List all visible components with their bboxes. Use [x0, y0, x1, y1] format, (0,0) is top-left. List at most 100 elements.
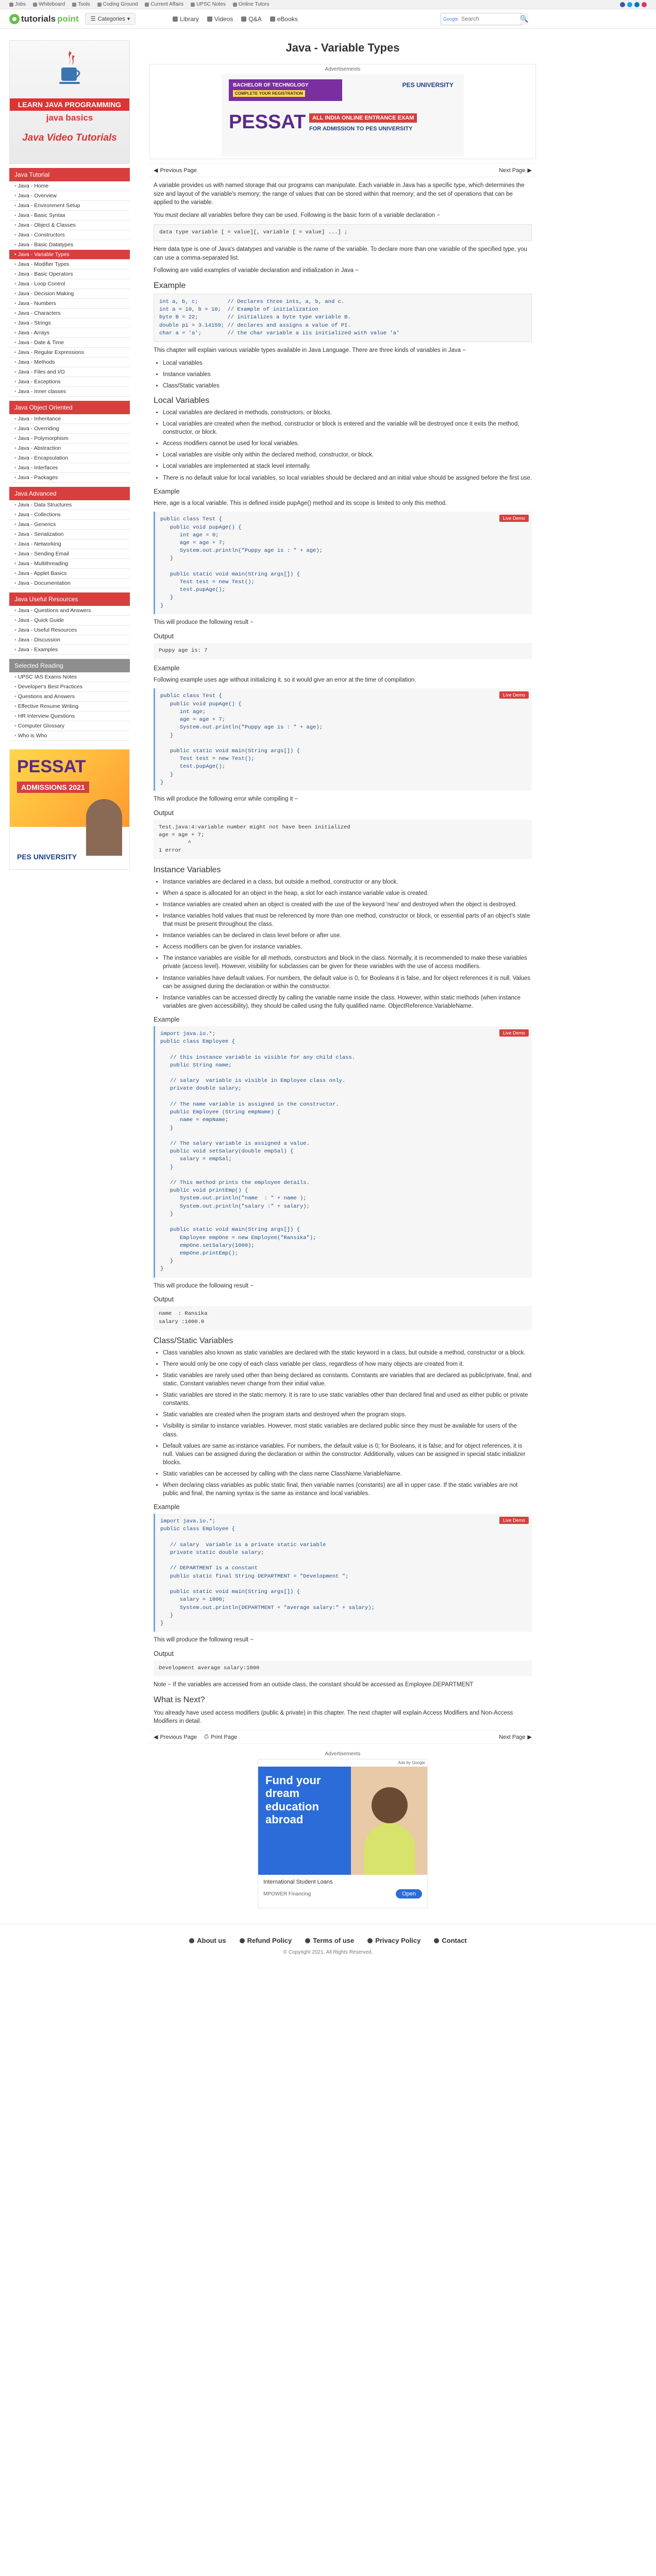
sidebar-item[interactable]: Developer's Best Practices	[9, 682, 130, 692]
topbar-item[interactable]: Online Tutors	[232, 2, 269, 7]
topbar-item[interactable]: Whiteboard	[33, 2, 65, 7]
sidebar-item[interactable]: Java - Useful Resources	[9, 625, 130, 635]
nav-videos[interactable]: Videos	[207, 15, 233, 23]
live-demo-button[interactable]: Live Demo	[499, 1029, 529, 1037]
sidebar-item[interactable]: Java - Overriding	[9, 424, 130, 434]
sidebar-item[interactable]: Java - Object & Classes	[9, 221, 130, 230]
sidebar-item[interactable]: Java - Packages	[9, 473, 130, 483]
refund-icon	[239, 1938, 245, 1943]
facebook-icon[interactable]	[620, 2, 625, 7]
footer-refund-link[interactable]: Refund Policy	[239, 1937, 292, 1944]
linkedin-icon[interactable]	[634, 2, 640, 7]
ad-open-button[interactable]: Open	[396, 1889, 422, 1899]
sidebar-item[interactable]: Java - Multithreading	[9, 559, 130, 569]
ad-university: PES UNIVERSITY	[17, 853, 77, 861]
sidebar-item[interactable]: Questions and Answers	[9, 692, 130, 702]
sidebar-item[interactable]: Java - Discussion	[9, 635, 130, 645]
sidebar-item[interactable]: Java - Strings	[9, 318, 130, 328]
ad-person-image	[86, 799, 122, 856]
search-button[interactable]: 🔍	[520, 13, 529, 25]
sidebar-item[interactable]: HR Interview Questions	[9, 711, 130, 721]
sidebar-item[interactable]: Java - Applet Basics	[9, 569, 130, 579]
sidebar-item[interactable]: Java - Collections	[9, 510, 130, 520]
footer-about-link[interactable]: About us	[189, 1937, 226, 1944]
sidebar-item[interactable]: Java - Sending Email	[9, 549, 130, 559]
live-demo-button[interactable]: Live Demo	[499, 515, 529, 522]
top-advertisement[interactable]: BACHELOR OF TECHNOLOGY COMPLETE YOUR REG…	[222, 74, 464, 157]
sidebar-item[interactable]: Java - Basic Datatypes	[9, 240, 130, 250]
sidebar-item[interactable]: Java - Documentation	[9, 579, 130, 588]
nav-library[interactable]: Library	[173, 15, 199, 23]
sidebar-item[interactable]: Java - Environment Setup	[9, 201, 130, 211]
subsection-heading: Example	[154, 1503, 180, 1511]
previous-page-link[interactable]: ◀ Previous Page	[154, 167, 197, 174]
sidebar-item[interactable]: Java - Modifier Types	[9, 260, 130, 269]
sidebar-item[interactable]: Java - Data Structures	[9, 500, 130, 510]
nav-qa[interactable]: Q&A	[241, 15, 262, 23]
topbar-item[interactable]: Tools	[72, 2, 90, 7]
sidebar-item[interactable]: Java - Examples	[9, 645, 130, 655]
sidebar-item[interactable]: Java - Loop Control	[9, 279, 130, 289]
sidebar-item[interactable]: Java - Encapsulation	[9, 453, 130, 463]
instagram-icon[interactable]	[642, 2, 647, 7]
bottom-advertisement[interactable]: Ads by Google Fund your dream education …	[258, 1759, 428, 1909]
footer-privacy-link[interactable]: Privacy Policy	[367, 1937, 420, 1944]
sidebar-item[interactable]: Java - Date & Time	[9, 338, 130, 348]
sidebar-item[interactable]: Java - Constructors	[9, 230, 130, 240]
next-page-link[interactable]: Next Page ▶	[499, 1734, 532, 1741]
sidebar-item[interactable]: UPSC IAS Exams Notes	[9, 672, 130, 682]
sidebar-item[interactable]: Java - Inner classes	[9, 387, 130, 397]
sidebar-list: Java - Data StructuresJava - Collections…	[9, 500, 130, 588]
footer-contact-link[interactable]: Contact	[434, 1937, 467, 1944]
sidebar-item[interactable]: Java - Serialization	[9, 530, 130, 539]
search-input[interactable]	[458, 15, 520, 22]
sidebar-item[interactable]: Java - Numbers	[9, 299, 130, 309]
sidebar-item[interactable]: Java - Basic Syntax	[9, 211, 130, 221]
topbar-item[interactable]: Jobs	[9, 2, 26, 7]
twitter-icon[interactable]	[627, 2, 632, 7]
nav-ebooks[interactable]: eBooks	[270, 15, 298, 23]
print-page-link[interactable]: ⎙ Print Page	[204, 1734, 237, 1740]
topbar-item[interactable]: UPSC Notes	[191, 2, 226, 7]
sidebar-item[interactable]: Java - Files and I/O	[9, 367, 130, 377]
categories-dropdown[interactable]: ☰ Categories ▾	[85, 13, 136, 25]
footer-terms-link[interactable]: Terms of use	[305, 1937, 354, 1944]
sidebar-item[interactable]: Java - Methods	[9, 358, 130, 367]
sidebar-item[interactable]: Java - Regular Expressions	[9, 348, 130, 358]
sidebar-item[interactable]: Java - Exceptions	[9, 377, 130, 387]
site-logo[interactable]: tutorials point	[9, 13, 79, 24]
sidebar-item[interactable]: Java - Interfaces	[9, 463, 130, 473]
sidebar-item[interactable]: Java - Arrays	[9, 328, 130, 338]
main-nav: Library Videos Q&A eBooks	[173, 15, 298, 23]
ad-title: Fund your dream education abroad	[258, 1767, 351, 1875]
sidebar-item[interactable]: Java - Inheritance	[9, 414, 130, 424]
sidebar-item[interactable]: Who is Who	[9, 731, 130, 741]
library-icon	[173, 16, 178, 22]
sidebar-item[interactable]: Java - Networking	[9, 539, 130, 549]
sidebar-item[interactable]: Java - Decision Making	[9, 289, 130, 299]
sidebar-item[interactable]: Java - Quick Guide	[9, 616, 130, 625]
output-block: Development average salary:1000	[154, 1660, 532, 1677]
sidebar-item[interactable]: Java - Generics	[9, 520, 130, 530]
topbar-item[interactable]: Current Affairs	[145, 2, 183, 7]
live-demo-button[interactable]: Live Demo	[499, 691, 529, 699]
sidebar-item[interactable]: Java - Characters	[9, 309, 130, 318]
sidebar-item[interactable]: Java - Overview	[9, 191, 130, 201]
sidebar-item[interactable]: Java - Questions and Answers	[9, 606, 130, 616]
next-page-link[interactable]: Next Page ▶	[499, 167, 532, 174]
topbar-item[interactable]: Coding Ground	[97, 2, 138, 7]
ad-line1: BACHELOR OF TECHNOLOGY	[233, 82, 309, 88]
sidebar-item[interactable]: Java - Abstraction	[9, 444, 130, 453]
banner-tagline: Java Video Tutorials	[22, 132, 117, 143]
sidebar-advertisement[interactable]: PESSAT ADMISSIONS 2021 PES UNIVERSITY	[9, 749, 130, 870]
java-video-banner[interactable]: LEARN JAVA PROGRAMMING java basics Java …	[9, 40, 130, 164]
previous-page-link[interactable]: ◀ Previous Page	[154, 1734, 197, 1741]
sidebar-item[interactable]: Java - Variable Types	[9, 250, 130, 260]
live-demo-button[interactable]: Live Demo	[499, 1517, 529, 1524]
sidebar-item[interactable]: Java - Polymorphism	[9, 434, 130, 444]
output-block: Puppy age is: 7	[154, 642, 532, 659]
sidebar-item[interactable]: Java - Basic Operators	[9, 269, 130, 279]
sidebar-item[interactable]: Computer Glossary	[9, 721, 130, 731]
sidebar-item[interactable]: Java - Home	[9, 181, 130, 191]
sidebar-item[interactable]: Effective Resume Writing	[9, 702, 130, 711]
